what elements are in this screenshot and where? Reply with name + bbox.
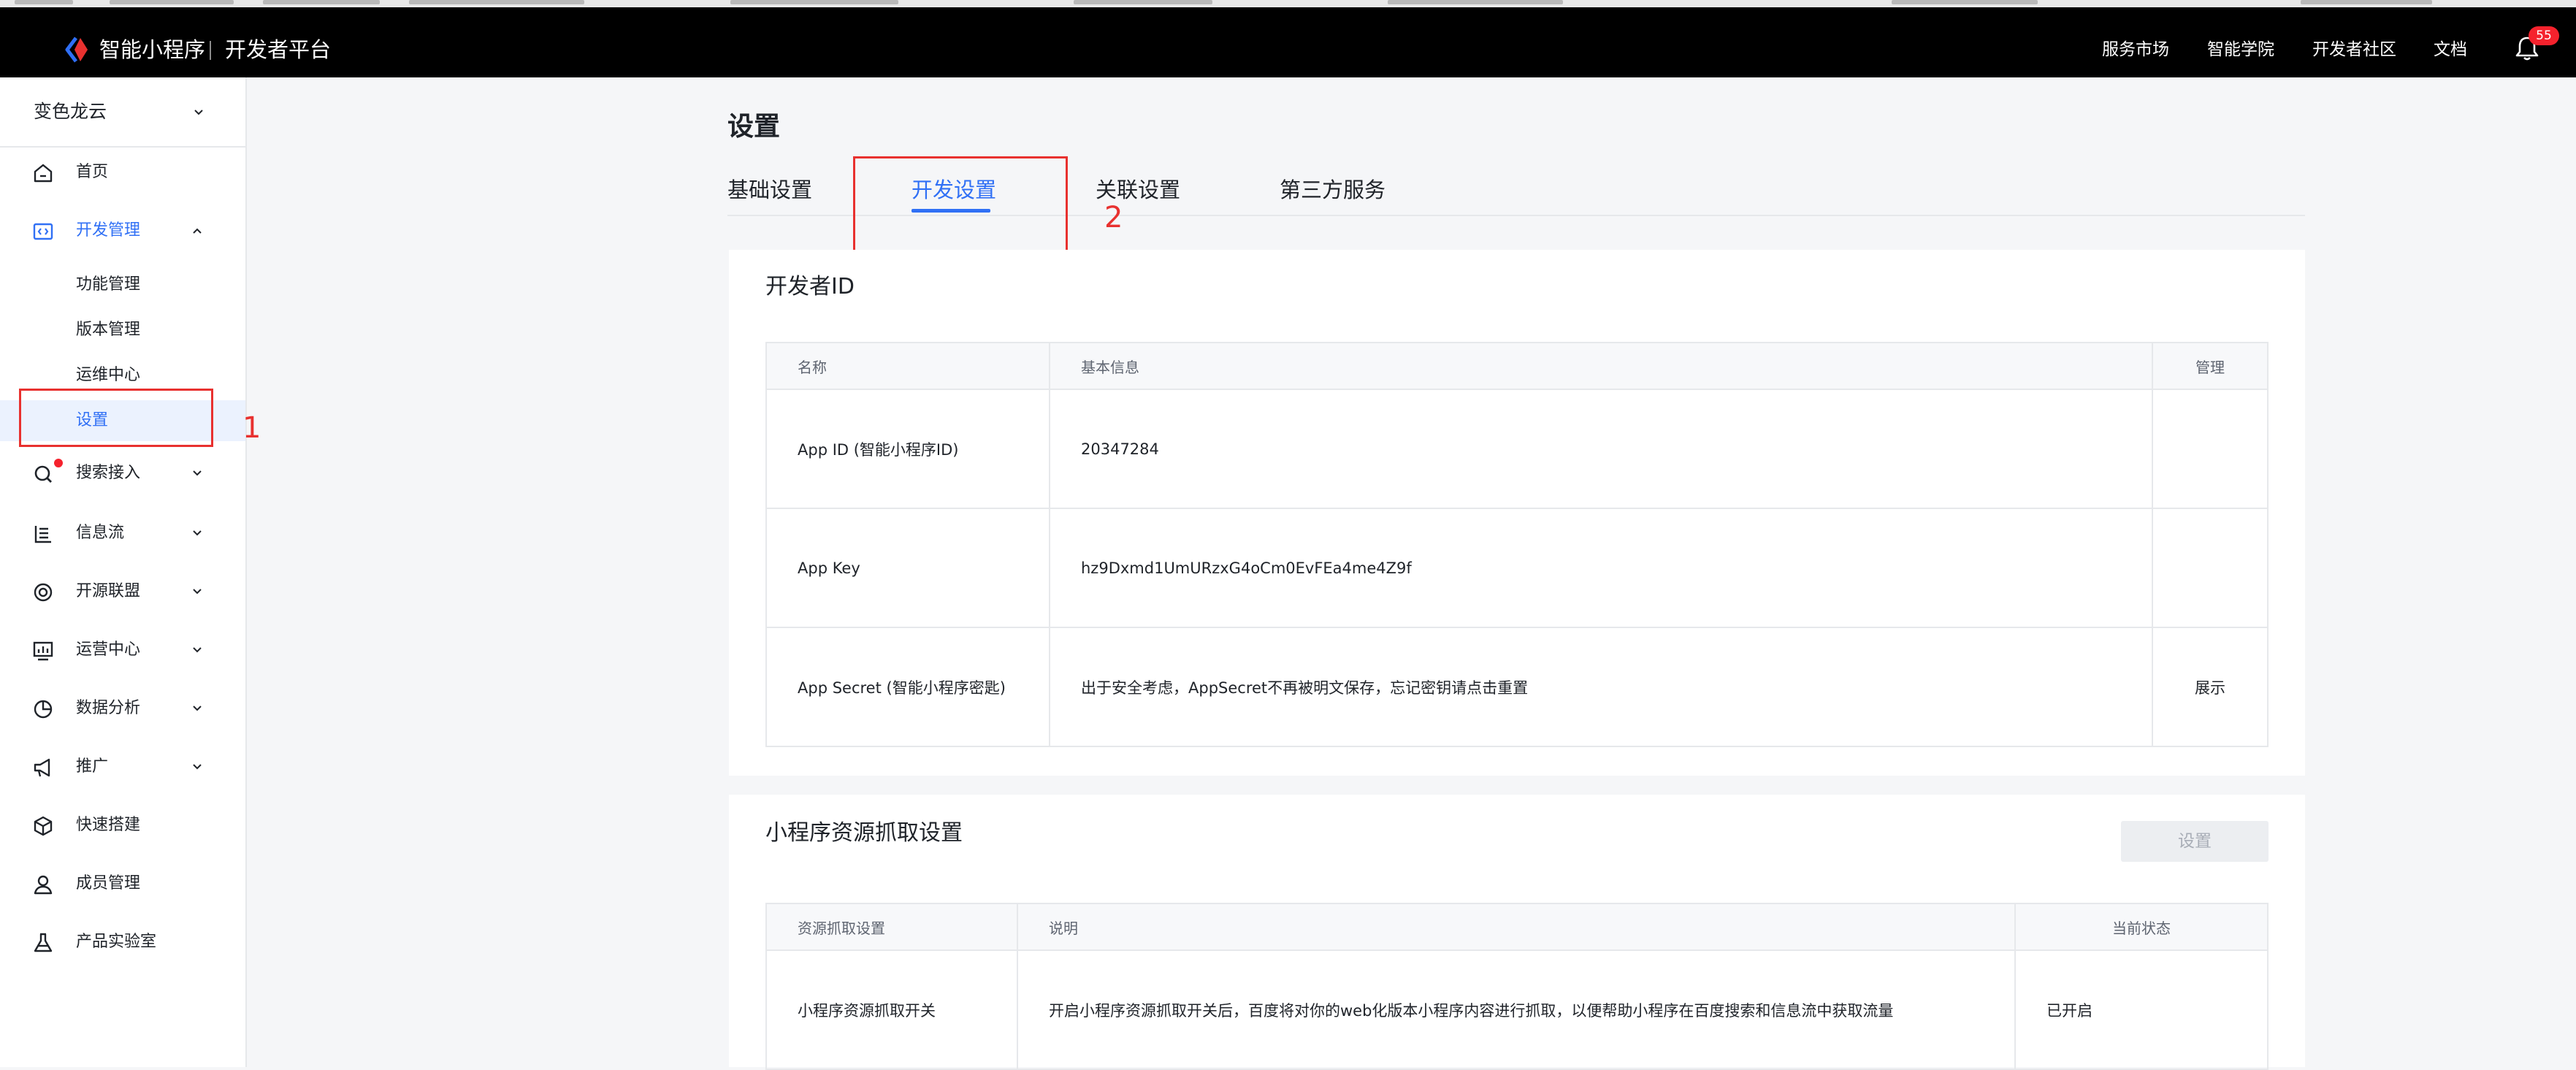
sidebar-item-label: 快速搭建 <box>76 816 141 834</box>
sidebar-item-data-analysis[interactable]: 数据分析 <box>0 684 245 733</box>
app-selector[interactable]: 变色龙云 <box>0 77 245 148</box>
notification-dot <box>54 459 63 467</box>
developer-id-table: 名称 基本信息 管理 App ID (智能小程序ID) 20347284 App… <box>765 342 2269 747</box>
table-row: App Key hz9Dxmd1UmURzxG4oCm0EvFEa4me4Z9f <box>765 508 2269 628</box>
row-info: 20347284 <box>1049 389 2153 509</box>
sidebar-item-home[interactable]: 首页 <box>0 148 245 197</box>
crawl-settings-button[interactable]: 设置 <box>2121 821 2269 862</box>
column-header-crawl-setting: 资源抓取设置 <box>765 903 1018 951</box>
chevron-down-icon <box>193 764 202 770</box>
sidebar-item-dev-management[interactable]: 开发管理 <box>0 206 245 256</box>
row-name: App ID (智能小程序ID) <box>765 389 1050 509</box>
sidebar-item-label: 开发管理 <box>76 221 141 240</box>
sidebar-subitem-label: 版本管理 <box>76 321 141 339</box>
brand-name[interactable]: 智能小程序 <box>99 37 205 63</box>
tab-basic-settings[interactable]: 基础设置 <box>727 177 812 203</box>
sidebar-item-label: 开源联盟 <box>76 582 141 600</box>
browser-bookmarks-bar <box>0 0 2576 7</box>
row-description: 开启小程序资源抓取开关后，百度将对你的web化版本小程序内容进行抓取，以便帮助小… <box>1017 949 2016 1070</box>
sidebar: 变色龙云 首页 开发管理 功能管理 版本管理 运维中心 设置 搜索接入 信息流 … <box>0 77 247 1067</box>
row-name: App Secret (智能小程序密匙) <box>765 627 1050 747</box>
user-icon <box>34 875 53 895</box>
column-header-manage: 管理 <box>2152 342 2269 390</box>
sidebar-subitem-versions[interactable]: 版本管理 <box>0 310 245 351</box>
megaphone-icon <box>34 758 50 777</box>
show-secret-link[interactable]: 展示 <box>2152 627 2269 747</box>
feed-icon <box>34 526 51 543</box>
row-info: hz9Dxmd1UmURzxG4oCm0EvFEa4me4Z9f <box>1049 508 2153 628</box>
logo-icon <box>65 37 88 63</box>
chevron-down-icon <box>193 530 202 536</box>
sidebar-subitem-label: 运维中心 <box>76 366 141 384</box>
pie-chart-icon <box>34 700 53 719</box>
operations-icon <box>33 641 53 661</box>
sidebar-item-open-alliance[interactable]: 开源联盟 <box>0 567 245 616</box>
table-row: 小程序资源抓取开关 开启小程序资源抓取开关后，百度将对你的web化版本小程序内容… <box>765 949 2269 1070</box>
sidebar-item-quick-build[interactable]: 快速搭建 <box>0 800 245 850</box>
sidebar-item-members[interactable]: 成员管理 <box>0 859 245 909</box>
resource-crawl-card: 小程序资源抓取设置 设置 资源抓取设置 说明 当前状态 小程序资源抓取开关 开启… <box>729 795 2305 1070</box>
row-name: 小程序资源抓取开关 <box>765 949 1018 1070</box>
column-header-info: 基本信息 <box>1049 342 2153 390</box>
column-header-name: 名称 <box>765 342 1050 390</box>
sidebar-item-product-lab[interactable]: 产品实验室 <box>0 917 245 967</box>
annotation-number-2: 2 <box>1104 201 1123 234</box>
chevron-down-icon <box>194 110 203 115</box>
row-status: 已开启 <box>2014 949 2269 1070</box>
row-info: 出于安全考虑，AppSecret不再被明文保存，忘记密钥请点击重置 <box>1049 627 2153 747</box>
code-icon <box>33 223 53 240</box>
nav-developer-community[interactable]: 开发者社区 <box>2312 39 2396 60</box>
sidebar-item-label: 数据分析 <box>76 699 141 717</box>
chevron-down-icon <box>193 470 202 476</box>
flask-icon <box>34 933 53 952</box>
card-title: 开发者ID <box>765 274 855 299</box>
sidebar-item-operations[interactable]: 运营中心 <box>0 625 245 675</box>
platform-name: 开发者平台 <box>225 37 332 62</box>
chevron-down-icon <box>193 706 202 711</box>
search-icon <box>34 465 52 483</box>
sidebar-item-label: 搜索接入 <box>76 464 141 482</box>
annotation-box-1 <box>19 389 213 447</box>
resource-crawl-table: 资源抓取设置 说明 当前状态 小程序资源抓取开关 开启小程序资源抓取开关后，百度… <box>765 903 2269 1070</box>
row-action <box>2152 508 2269 628</box>
nav-docs[interactable]: 文档 <box>2434 39 2467 60</box>
column-header-description: 说明 <box>1017 903 2016 951</box>
page-title: 设置 <box>727 112 781 142</box>
sidebar-item-feed[interactable]: 信息流 <box>0 508 245 558</box>
sidebar-item-label: 首页 <box>76 163 109 181</box>
tab-third-party-services[interactable]: 第三方服务 <box>1280 177 1386 203</box>
home-icon <box>34 164 53 183</box>
sidebar-subitem-features[interactable]: 功能管理 <box>0 264 245 305</box>
table-header-row: 资源抓取设置 说明 当前状态 <box>765 903 2269 951</box>
row-action <box>2152 389 2269 509</box>
tab-association-settings[interactable]: 关联设置 <box>1096 177 1180 203</box>
sidebar-item-search-access[interactable]: 搜索接入 <box>0 448 245 498</box>
alliance-icon <box>34 583 53 602</box>
chevron-down-icon <box>193 589 202 595</box>
row-name: App Key <box>765 508 1050 628</box>
chevron-up-icon <box>193 228 202 234</box>
sidebar-item-label: 运营中心 <box>76 641 141 659</box>
cube-icon <box>34 816 53 836</box>
table-header-row: 名称 基本信息 管理 <box>765 342 2269 390</box>
brand-divider <box>210 41 211 60</box>
table-row: App Secret (智能小程序密匙) 出于安全考虑，AppSecret不再被… <box>765 627 2269 747</box>
nav-smart-academy[interactable]: 智能学院 <box>2207 39 2274 60</box>
chevron-down-icon <box>193 647 202 653</box>
nav-service-market[interactable]: 服务市场 <box>2102 39 2169 60</box>
sidebar-item-promotion[interactable]: 推广 <box>0 742 245 792</box>
annotation-number-1: 1 <box>242 411 261 445</box>
sidebar-item-label: 成员管理 <box>76 874 141 893</box>
sidebar-item-label: 产品实验室 <box>76 933 157 951</box>
card-title: 小程序资源抓取设置 <box>765 820 963 846</box>
sidebar-subitem-label: 功能管理 <box>76 275 141 294</box>
column-header-status: 当前状态 <box>2014 903 2269 951</box>
table-row: App ID (智能小程序ID) 20347284 <box>765 389 2269 509</box>
sidebar-item-label: 信息流 <box>76 524 125 542</box>
sidebar-item-label: 推广 <box>76 757 109 776</box>
developer-id-card: 开发者ID 名称 基本信息 管理 App ID (智能小程序ID) 203472… <box>729 250 2305 776</box>
notification-badge: 55 <box>2529 26 2559 45</box>
top-navigation-bar: 智能小程序 开发者平台 服务市场 智能学院 开发者社区 文档 55 <box>0 7 2576 77</box>
app-name: 变色龙云 <box>34 101 107 122</box>
